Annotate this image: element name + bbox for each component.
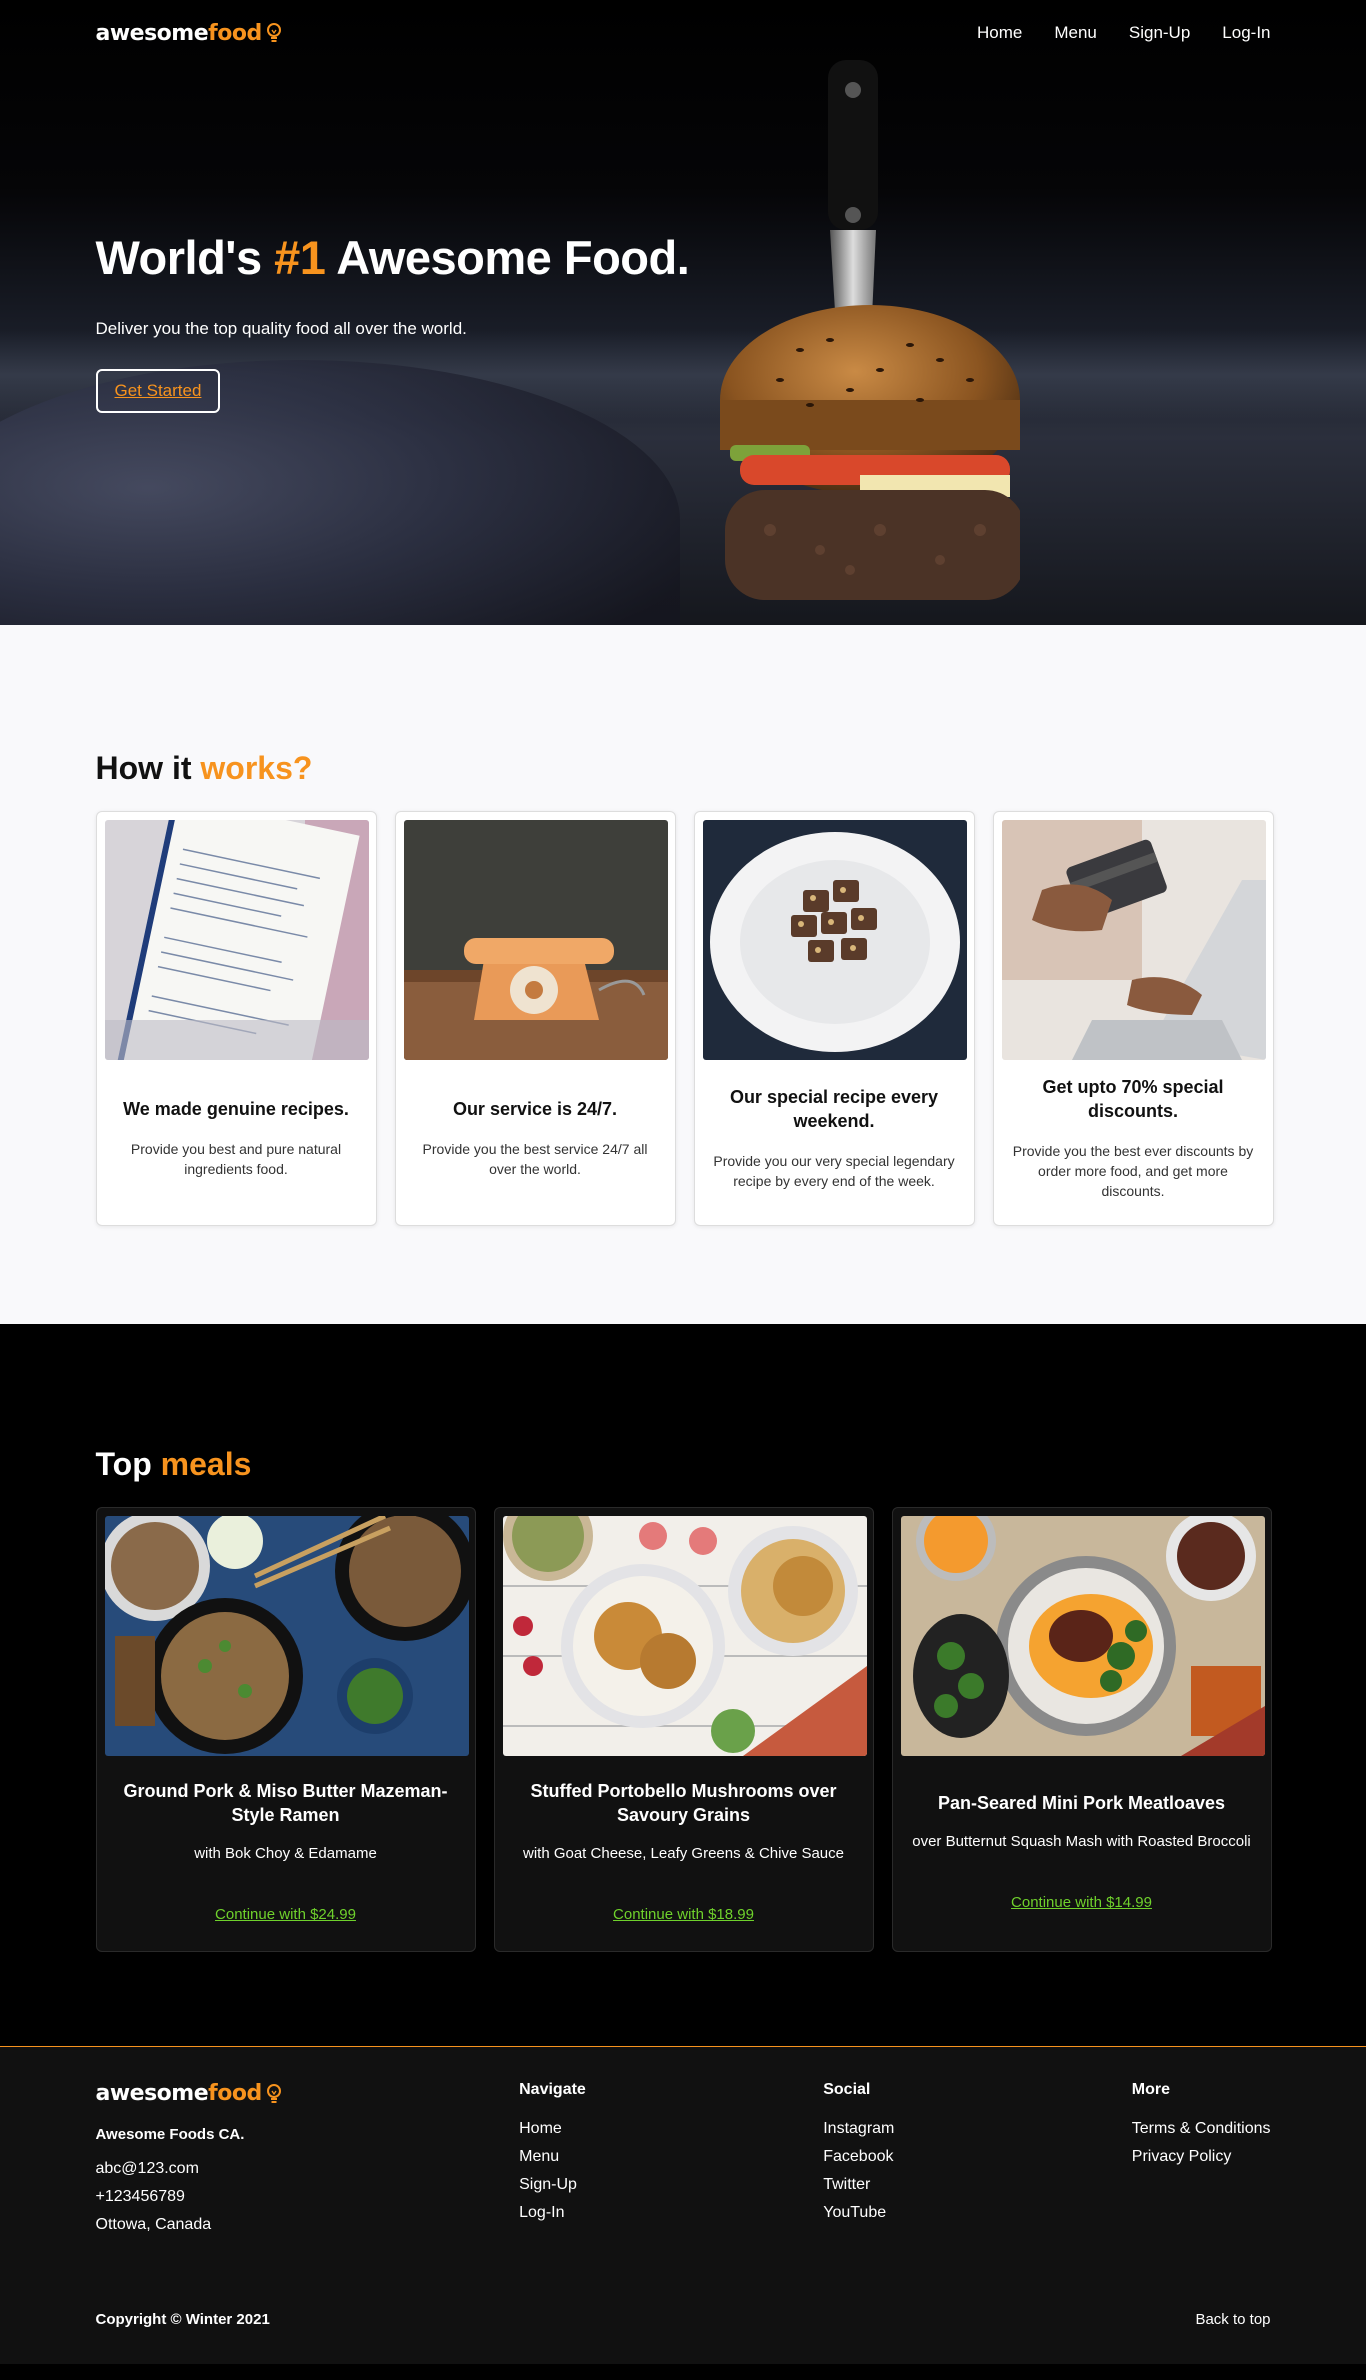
how-title-accent: works? (200, 750, 313, 786)
brand-word-2: food (208, 20, 262, 46)
footer-link-twitter[interactable]: Twitter (823, 2171, 894, 2199)
how-card: Get upto 70% special discounts. Provide … (992, 811, 1274, 1226)
dessert-plate-image (702, 820, 967, 1060)
footer-bottom-bar: Copyright © Winter 2021 Back to top (96, 2311, 1271, 2328)
footer-link-menu[interactable]: Menu (519, 2143, 586, 2171)
how-card: We made genuine recipes. Provide you bes… (95, 811, 377, 1226)
continue-price-link[interactable]: Continue with $14.99 (907, 1894, 1257, 1911)
how-card-text: Provide you our very special legendary r… (713, 1152, 955, 1189)
footer-link-privacy[interactable]: Privacy Policy (1132, 2143, 1271, 2171)
footer-more-title: More (1131, 2081, 1171, 2098)
footer-link-instagram[interactable]: Instagram (823, 2115, 894, 2143)
footer-brand-logo[interactable]: awesome food (96, 2081, 282, 2106)
continue-price-link[interactable]: Continue with $18.99 (509, 1906, 859, 1923)
meal-description: with Bok Choy & Edamame (194, 1845, 377, 1862)
meal-card[interactable]: Stuffed Portobello Mushrooms over Savour… (493, 1507, 874, 1952)
top-meals-section: Top meals Ground Pork & Miso Butter Maze (0, 1324, 1366, 2046)
how-it-works-section: How it works? We made genuine recipes. P… (0, 625, 1366, 1324)
site-footer: awesome food Awesome Foods CA. abc@123.co… (0, 2046, 1366, 2364)
footer-link-terms[interactable]: Terms & Conditions (1132, 2115, 1271, 2143)
how-card-text: Provide you the best service 24/7 all ov… (422, 1140, 648, 1177)
nav-login-link[interactable]: Log-In (1222, 23, 1270, 43)
footer-social-column: Social Instagram Facebook Twitter YouTub… (823, 2081, 894, 2239)
top-navbar: awesome food Home Menu Sign-Up Log-In (0, 0, 1366, 66)
how-card-text: Provide you the best ever discounts by o… (1012, 1142, 1254, 1199)
continue-price-link[interactable]: Continue with $24.99 (111, 1906, 461, 1923)
how-card-title: Our special recipe every weekend. (729, 1086, 939, 1131)
brand-logo[interactable]: awesome food (96, 21, 282, 46)
footer-social-title: Social (823, 2081, 871, 2098)
meal-card[interactable]: Pan-Seared Mini Pork Meatloaves over But… (891, 1507, 1272, 1952)
meal-description: with Goat Cheese, Leafy Greens & Chive S… (522, 1845, 844, 1862)
hero-content: World's #1 Awesome Food. Deliver you the… (0, 230, 1366, 413)
footer-location: Ottowa, Canada (95, 2216, 212, 2233)
meal-title: Pan-Seared Mini Pork Meatloaves (937, 1793, 1226, 1813)
portobello-meal-image (502, 1516, 867, 1756)
card-payment-image (1001, 820, 1266, 1060)
footer-link-facebook[interactable]: Facebook (823, 2143, 894, 2171)
hero-title-accent: #1 (274, 231, 326, 284)
meal-card[interactable]: Ground Pork & Miso Butter Mazeman-Style … (95, 1507, 476, 1952)
lightbulb-icon (266, 2083, 281, 2103)
meal-title: Stuffed Portobello Mushrooms over Savour… (530, 1781, 837, 1825)
footer-more-column: More Terms & Conditions Privacy Policy (1132, 2081, 1271, 2239)
meal-description: over Butternut Squash Mash with Roasted … (912, 1833, 1251, 1850)
recipe-notebook-image (104, 820, 369, 1060)
main-nav: Home Menu Sign-Up Log-In (945, 23, 1271, 43)
footer-company-name: Awesome Foods CA. (95, 2126, 245, 2143)
meal-title: Ground Pork & Miso Butter Mazeman-Style … (123, 1781, 448, 1825)
nav-signup-link[interactable]: Sign-Up (1129, 23, 1190, 43)
footer-brand-word-1: awesome (95, 2081, 209, 2106)
back-to-top-link[interactable]: Back to top (1195, 2311, 1270, 2328)
how-title-pre: How it (95, 750, 201, 786)
footer-link-home[interactable]: Home (519, 2115, 586, 2143)
how-card-title: Our service is 24/7. (452, 1098, 618, 1119)
brand-word-1: awesome (95, 20, 209, 46)
meals-title-pre: Top (95, 1446, 161, 1482)
hero-title: World's #1 Awesome Food. (96, 230, 1271, 285)
how-card: Our special recipe every weekend. Provid… (693, 811, 975, 1226)
footer-navigate-title: Navigate (519, 2081, 586, 2098)
nav-menu-link[interactable]: Menu (1054, 23, 1097, 43)
footer-link-signup[interactable]: Sign-Up (519, 2171, 586, 2199)
telephone-image (403, 820, 668, 1060)
nav-home-link[interactable]: Home (977, 23, 1022, 43)
footer-email: abc@123.com (95, 2160, 199, 2177)
how-it-works-cards: We made genuine recipes. Provide you bes… (95, 811, 1274, 1226)
how-it-works-title: How it works? (96, 750, 1271, 787)
footer-link-youtube[interactable]: YouTube (823, 2199, 894, 2227)
how-card-text: Provide you best and pure natural ingred… (130, 1140, 342, 1177)
hero-subtitle: Deliver you the top quality food all ove… (95, 319, 467, 338)
hero-section: World's #1 Awesome Food. Deliver you the… (0, 0, 1366, 625)
how-card-title: We made genuine recipes. (123, 1098, 349, 1119)
footer-brand-column: awesome food Awesome Foods CA. abc@123.co… (96, 2081, 282, 2239)
how-card-title: Get upto 70% special discounts. (1042, 1076, 1224, 1121)
hero-title-pre: World's (95, 231, 275, 284)
hero-title-post: Awesome Food. (325, 231, 690, 284)
get-started-button[interactable]: Get Started (95, 369, 221, 413)
meals-title-accent: meals (160, 1446, 252, 1482)
copyright-text: Copyright © Winter 2021 (95, 2311, 270, 2328)
meatloaf-meal-image (900, 1516, 1265, 1756)
how-card: Our service is 24/7. Provide you the bes… (394, 811, 676, 1226)
footer-navigate-column: Navigate Home Menu Sign-Up Log-In (519, 2081, 586, 2239)
top-meals-title: Top meals (96, 1446, 1271, 1483)
footer-link-login[interactable]: Log-In (519, 2199, 586, 2227)
ramen-meal-image (104, 1516, 469, 1756)
meal-cards: Ground Pork & Miso Butter Mazeman-Style … (95, 1507, 1272, 1952)
footer-phone: +123456789 (95, 2188, 185, 2205)
lightbulb-icon (266, 23, 281, 42)
footer-brand-word-2: food (208, 2081, 262, 2106)
